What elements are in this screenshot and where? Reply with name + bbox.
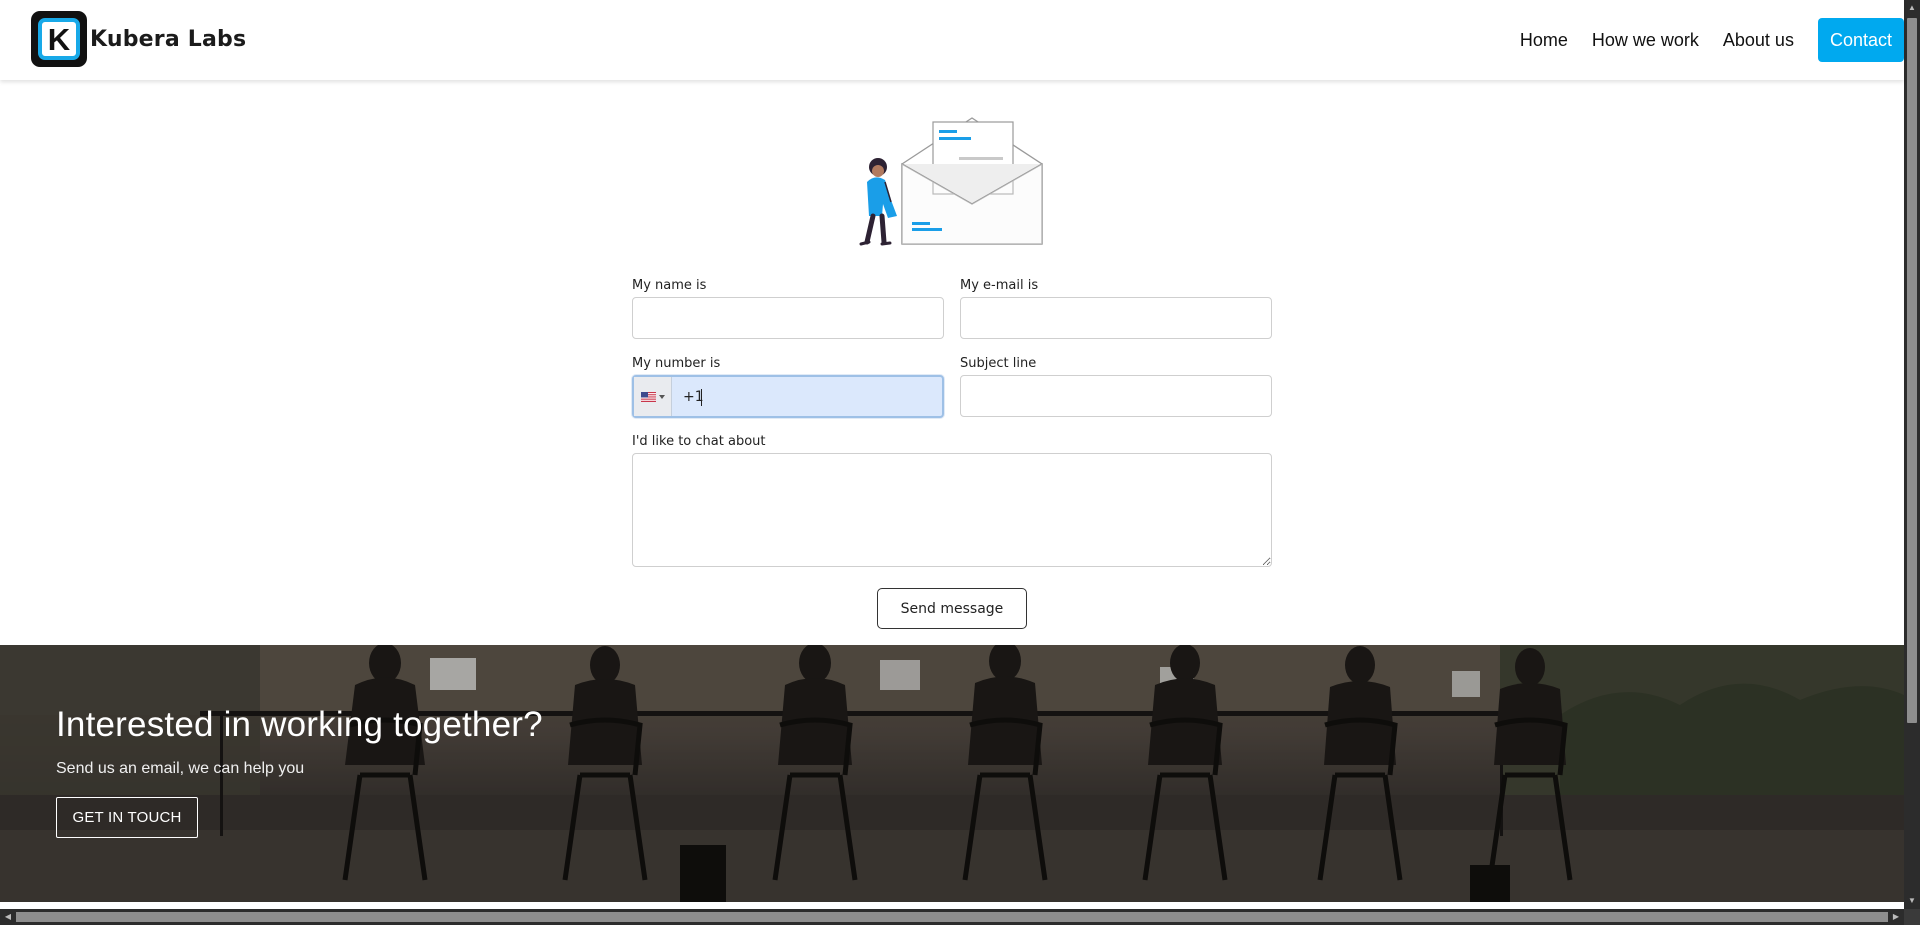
number-field: My number is [632,354,944,418]
send-message-button[interactable]: Send message [877,588,1027,629]
banner-subtitle: Send us an email, we can help you [56,760,305,777]
subject-input[interactable] [960,375,1272,417]
phone-number-input[interactable] [672,377,942,416]
logo-link[interactable]: K Kubera Labs [31,11,246,67]
scroll-left-icon[interactable]: ◀ [0,909,16,925]
nav-about-us[interactable]: About us [1723,18,1794,62]
cta-banner: Interested in working together? Send us … [0,645,1904,902]
banner-title: Interested in working together? [56,705,543,744]
subject-label: Subject line [960,356,1037,371]
vertical-scroll-thumb[interactable] [1907,18,1917,723]
us-flag-icon [640,391,656,402]
country-code-dropdown[interactable] [634,377,672,416]
nav-home[interactable]: Home [1520,18,1568,62]
scroll-right-icon[interactable]: ▶ [1888,909,1904,925]
main-nav: Home How we work About us Contact [1496,18,1904,62]
scrollbar-corner [1904,909,1920,925]
email-field: My e-mail is [960,276,1272,339]
logo-letter: K [38,18,80,60]
scroll-up-icon[interactable]: ▲ [1904,0,1920,16]
chat-label: I'd like to chat about [632,434,766,449]
phone-input-wrapper [632,375,944,418]
name-input[interactable] [632,297,944,339]
email-label: My e-mail is [960,278,1039,293]
chat-field: I'd like to chat about [632,432,1272,567]
nav-contact-button[interactable]: Contact [1817,18,1904,62]
nav-how-we-work[interactable]: How we work [1592,18,1699,62]
name-field: My name is [632,276,944,339]
text-cursor [701,389,702,406]
horizontal-scrollbar[interactable]: ◀ ▶ [0,909,1904,925]
scroll-down-icon[interactable]: ▼ [1904,893,1920,909]
subject-field: Subject line [960,354,1272,417]
mail-illustration-icon [859,117,1043,246]
chat-textarea[interactable] [632,453,1272,567]
get-in-touch-button[interactable]: GET IN TOUCH [56,797,198,838]
vertical-scrollbar[interactable]: ▲ ▼ [1904,0,1920,909]
chevron-down-icon [658,394,665,399]
logo-text: Kubera Labs [90,26,247,52]
email-input[interactable] [960,297,1272,339]
logo-icon: K [31,11,87,67]
horizontal-scroll-thumb[interactable] [16,912,1888,922]
site-header: K Kubera Labs Home How we work About us … [0,0,1904,80]
name-label: My name is [632,278,707,293]
number-label: My number is [632,356,721,371]
